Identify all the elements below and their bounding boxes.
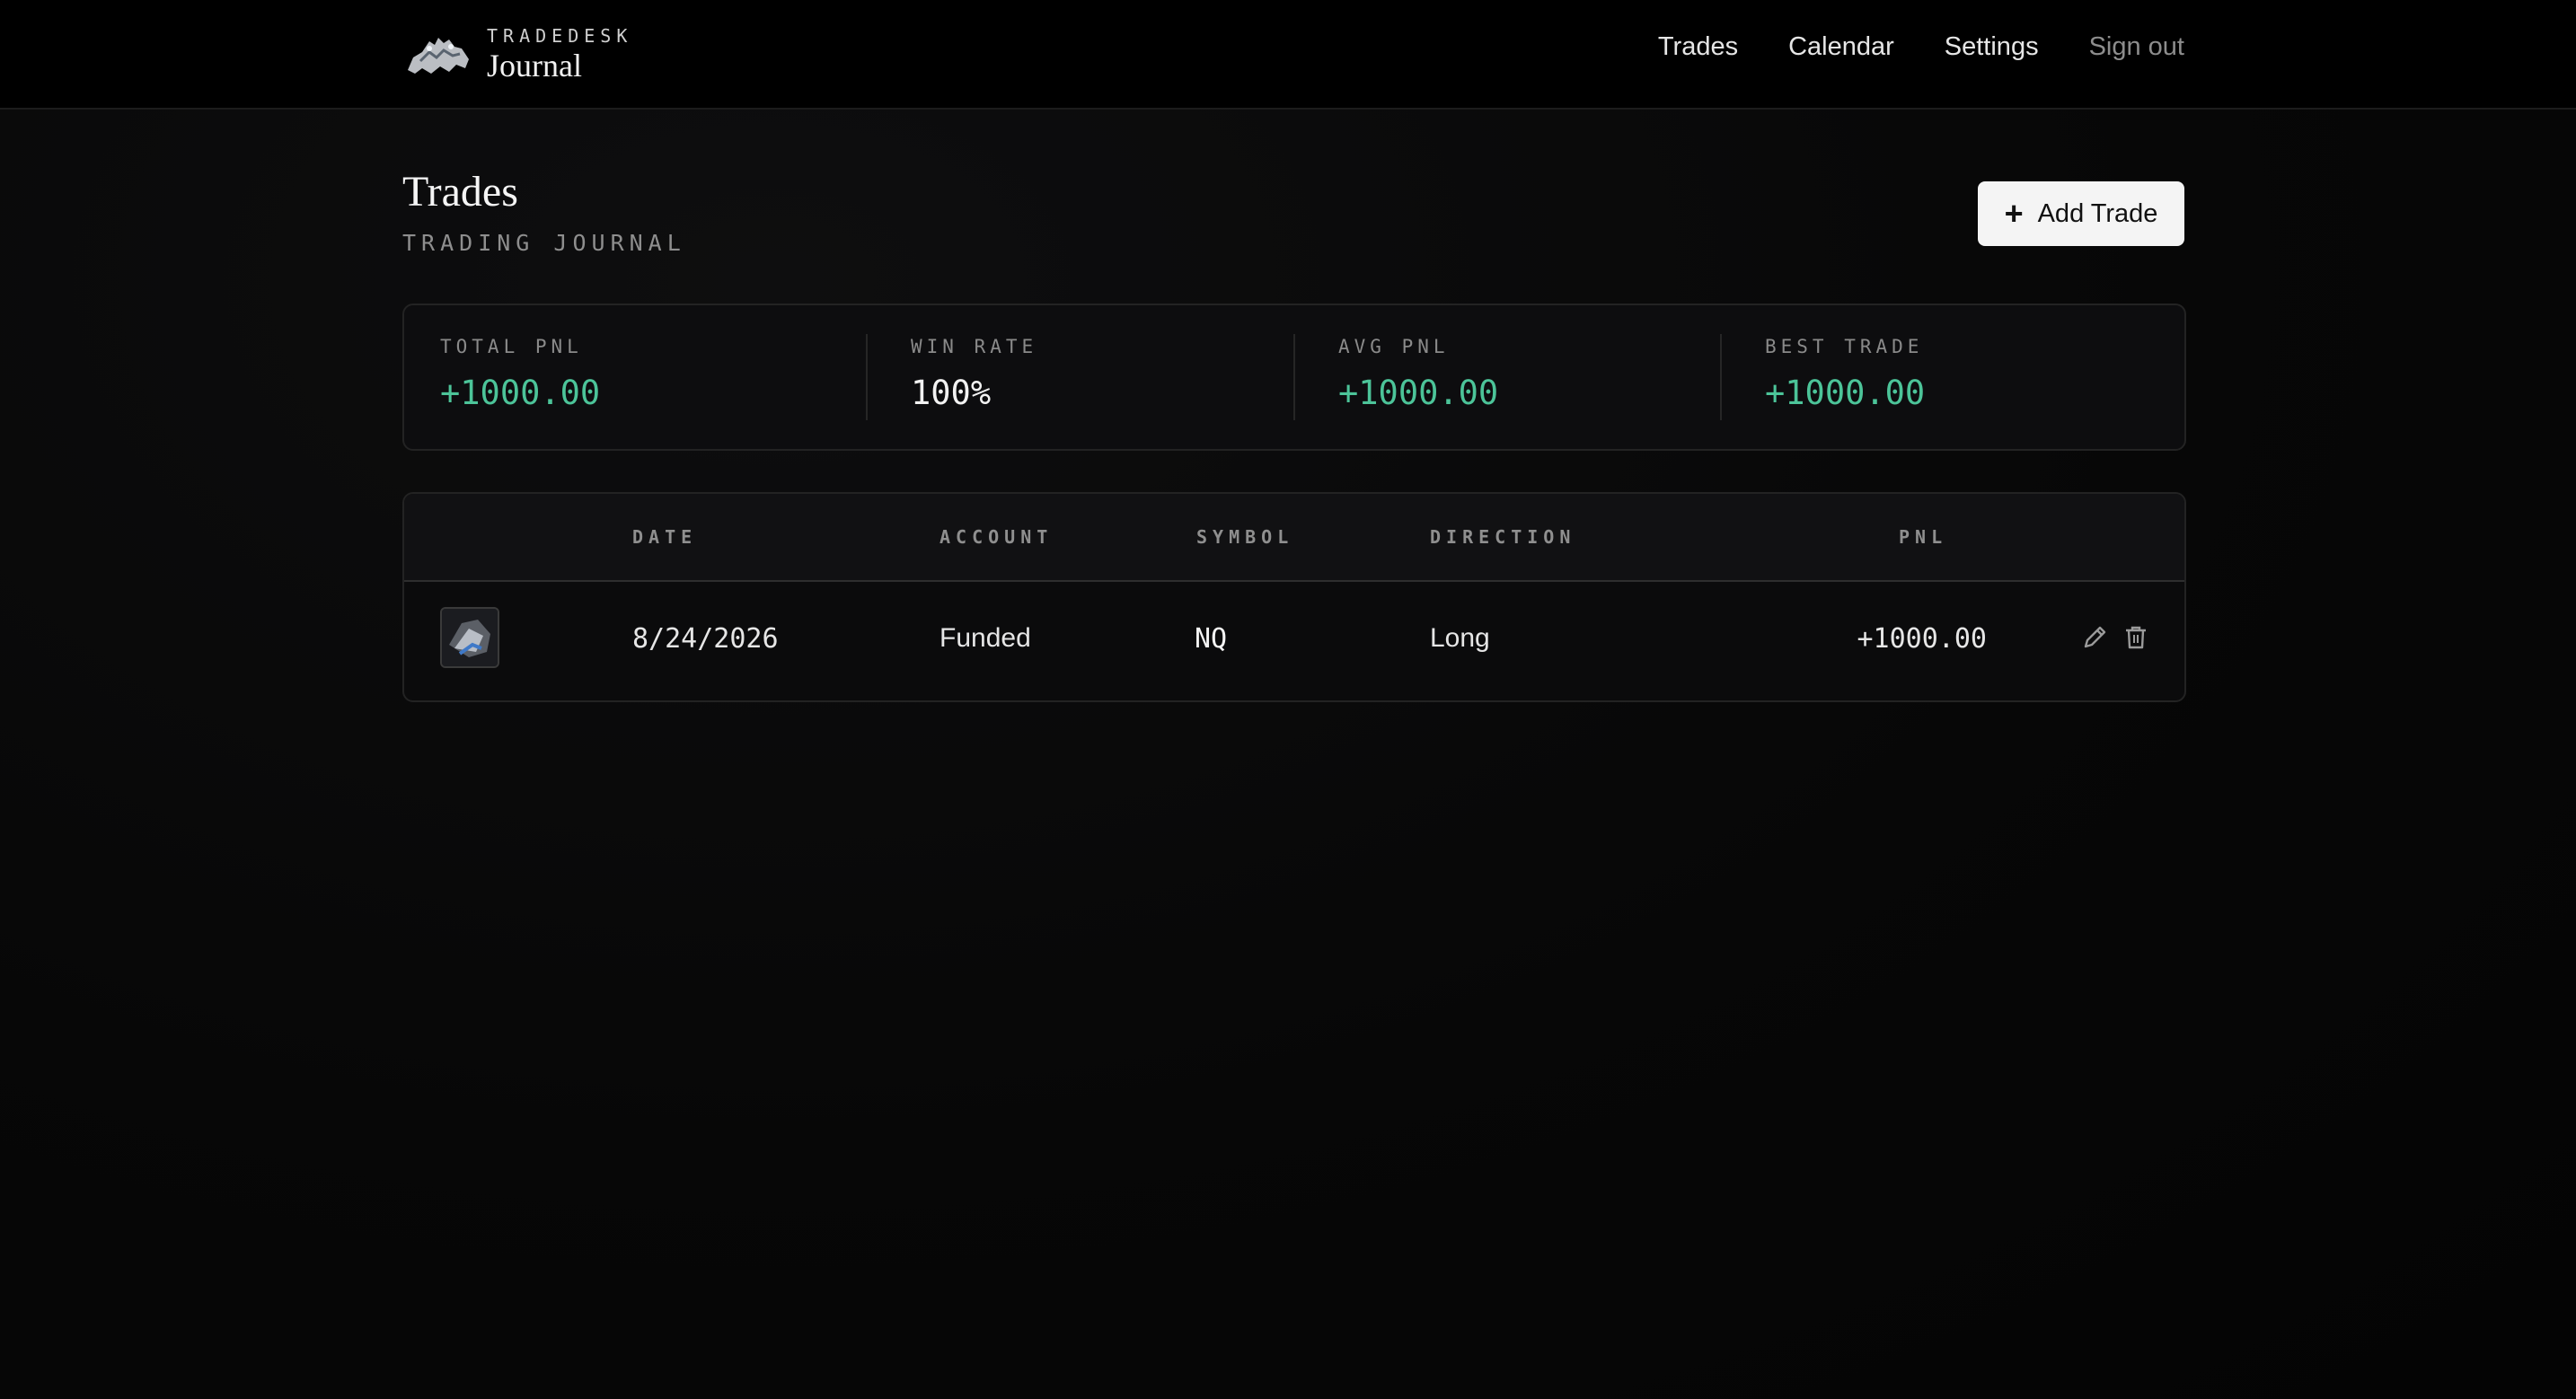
column-header-direction[interactable]: DIRECTION [1430, 526, 1575, 548]
brand-kicker: TRADEDESK [487, 25, 633, 47]
main-nav: Trades Calendar Settings Sign out [1658, 0, 2184, 93]
top-nav-bar: TRADEDESK Journal Trades Calendar Settin… [0, 0, 2576, 110]
stat-value: +1000.00 [1765, 374, 1926, 412]
brand-title: Journal [487, 48, 582, 84]
trash-icon[interactable] [2118, 620, 2154, 656]
column-header-symbol[interactable]: SYMBOL [1196, 526, 1293, 548]
stat-total-pnl: TOTAL PNL +1000.00 [440, 336, 600, 420]
cell-symbol: NQ [1195, 623, 1228, 655]
table-row[interactable]: 8/24/2026 Funded NQ Long +1000.00 [404, 582, 2184, 700]
stat-label: AVG PNL [1338, 336, 1450, 357]
cell-direction: Long [1430, 623, 1490, 653]
nav-calendar[interactable]: Calendar [1788, 32, 1894, 62]
nav-trades[interactable]: Trades [1658, 32, 1738, 62]
add-trade-label: Add Trade [2037, 198, 2158, 228]
table-header: DATE ACCOUNT SYMBOL DIRECTION PNL [404, 494, 2184, 582]
divider [1720, 334, 1722, 420]
stat-win-rate: WIN RATE 100% [911, 336, 1037, 420]
stat-value: +1000.00 [1338, 374, 1499, 412]
pencil-icon[interactable] [2077, 620, 2113, 656]
stat-label: WIN RATE [911, 336, 1038, 357]
stat-label: TOTAL PNL [440, 336, 583, 357]
chart-screenshot-icon[interactable] [440, 607, 499, 668]
stat-avg-pnl: AVG PNL +1000.00 [1338, 336, 1498, 420]
brand[interactable]: TRADEDESK Journal [402, 16, 632, 92]
cell-pnl: +1000.00 [1857, 623, 1988, 655]
stat-value: +1000.00 [440, 374, 601, 412]
divider [1293, 334, 1295, 420]
page-title: Trades [402, 168, 518, 216]
stat-value: 100% [911, 374, 992, 412]
bull-bear-logo-icon [408, 38, 469, 74]
stats-panel: TOTAL PNL +1000.00 WIN RATE 100% AVG PNL… [402, 304, 2186, 451]
column-header-pnl[interactable]: PNL [1899, 526, 1947, 548]
add-trade-button[interactable]: + Add Trade [1978, 181, 2184, 246]
trades-table: DATE ACCOUNT SYMBOL DIRECTION PNL 8/24/2… [402, 492, 2186, 702]
column-header-account[interactable]: ACCOUNT [940, 526, 1053, 548]
stat-label: BEST TRADE [1765, 336, 1924, 357]
column-header-date[interactable]: DATE [632, 526, 697, 548]
divider [866, 334, 868, 420]
stat-best-trade: BEST TRADE +1000.00 [1765, 336, 1925, 420]
nav-settings[interactable]: Settings [1945, 32, 2039, 62]
plus-icon: + [2004, 195, 2024, 232]
page-subtitle: TRADING JOURNAL [402, 230, 686, 256]
cell-date: 8/24/2026 [632, 623, 779, 655]
cell-account: Funded [940, 623, 1031, 653]
nav-sign-out[interactable]: Sign out [2089, 32, 2184, 62]
